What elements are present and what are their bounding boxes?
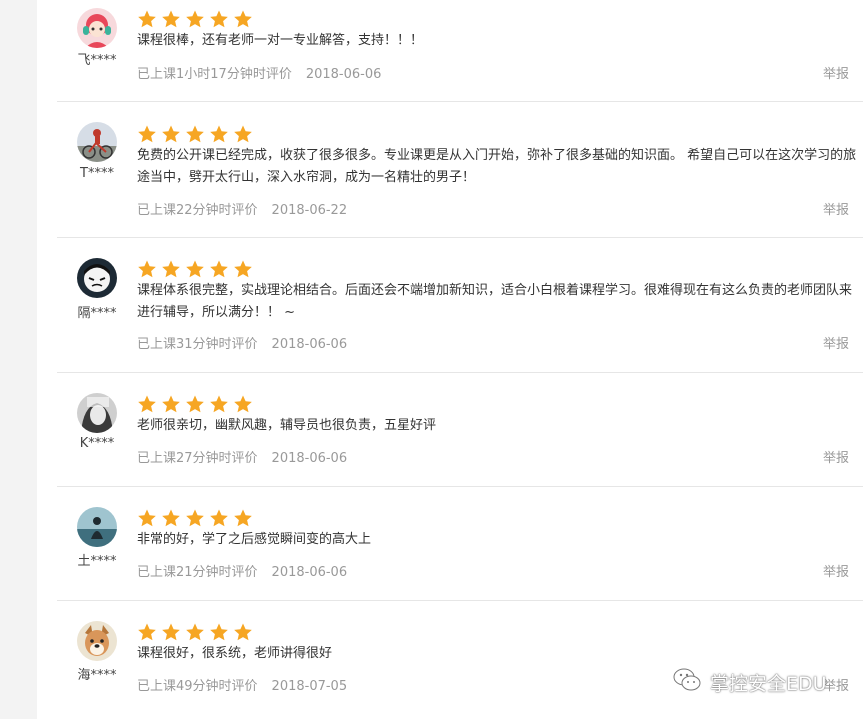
star-icon [209, 508, 229, 528]
star-rating [137, 508, 253, 528]
user-name: T**** [80, 166, 114, 181]
review-item: T**** 免费的公开课已经完成，收获了很多很多。专业课更是从入门开始，弥补了很… [57, 102, 863, 238]
star-icon [185, 394, 205, 414]
star-icon [137, 508, 157, 528]
study-duration: 已上课27分钟时评价 [137, 451, 258, 466]
review-item: K**** 老师很亲切，幽默风趣，辅导员也很负责，五星好评 已上课27分钟时评价… [57, 373, 863, 487]
review-date: 2018-06-06 [271, 565, 348, 580]
review-text: 免费的公开课已经完成，收获了很多很多。专业课更是从入门开始，弥补了很多基础的知识… [137, 148, 857, 185]
star-icon [161, 508, 181, 528]
user-avatar[interactable] [77, 258, 117, 298]
star-rating [137, 9, 253, 29]
user-avatar[interactable] [77, 507, 117, 547]
review-text: 老师很亲切，幽默风趣，辅导员也很负责，五星好评 [137, 418, 437, 433]
study-duration: 已上课1小时17分钟时评价 [137, 67, 292, 82]
star-rating [137, 124, 253, 144]
review-text: 课程体系很完整，实战理论相结合。后面还会不端增加新知识，适合小白根着课程学习。很… [137, 283, 853, 320]
review-date: 2018-06-22 [271, 203, 348, 218]
star-icon [233, 508, 253, 528]
report-link[interactable]: 举报 [823, 561, 849, 580]
star-icon [161, 259, 181, 279]
review-meta: 已上课27分钟时评价 2018-06-06 [137, 447, 347, 466]
star-icon [161, 622, 181, 642]
study-duration: 已上课21分钟时评价 [137, 565, 258, 580]
report-link[interactable]: 举报 [823, 63, 849, 82]
star-icon [209, 622, 229, 642]
star-icon [137, 394, 157, 414]
review-date: 2018-07-05 [271, 679, 348, 694]
review-meta: 已上课21分钟时评价 2018-06-06 [137, 561, 347, 580]
user-avatar[interactable] [77, 393, 117, 433]
star-icon [209, 394, 229, 414]
review-date: 2018-06-06 [305, 67, 382, 82]
wechat-icon [672, 667, 702, 698]
report-link[interactable]: 举报 [823, 447, 849, 466]
report-link[interactable]: 举报 [823, 199, 849, 218]
star-icon [161, 394, 181, 414]
star-icon [161, 9, 181, 29]
star-icon [185, 508, 205, 528]
user-avatar[interactable] [77, 8, 117, 48]
star-icon [209, 9, 229, 29]
star-icon [233, 9, 253, 29]
star-icon [185, 9, 205, 29]
user-name: 飞**** [77, 53, 117, 68]
star-icon [233, 622, 253, 642]
review-text: 非常的好，学了之后感觉瞬间变的高大上 [137, 532, 372, 547]
user-name: 隔**** [77, 306, 117, 321]
user-avatar[interactable] [77, 122, 117, 162]
user-name: 海**** [77, 668, 117, 683]
star-rating [137, 259, 253, 279]
review-meta: 已上课1小时17分钟时评价 2018-06-06 [137, 63, 381, 82]
star-icon [233, 124, 253, 144]
review-item: 土**** 非常的好，学了之后感觉瞬间变的高大上 已上课21分钟时评价 2018-… [57, 487, 863, 601]
watermark: 掌控安全EDU [672, 667, 827, 698]
left-gutter [0, 0, 37, 719]
star-icon [209, 259, 229, 279]
star-icon [233, 394, 253, 414]
review-text: 课程很棒，还有老师一对一专业解答，支持！！！ [137, 33, 424, 48]
review-meta: 已上课31分钟时评价 2018-06-06 [137, 333, 347, 352]
star-icon [185, 124, 205, 144]
user-name: 土**** [77, 554, 117, 569]
review-date: 2018-06-06 [271, 337, 348, 352]
user-name: K**** [79, 436, 115, 451]
study-duration: 已上课49分钟时评价 [137, 679, 258, 694]
star-icon [137, 124, 157, 144]
star-icon [233, 259, 253, 279]
star-icon [137, 9, 157, 29]
review-date: 2018-06-06 [271, 451, 348, 466]
review-item: 飞**** 课程很棒，还有老师一对一专业解答，支持！！！ 已上课1小时17分钟时… [57, 0, 863, 102]
star-icon [185, 622, 205, 642]
star-icon [185, 259, 205, 279]
star-icon [209, 124, 229, 144]
review-list: 飞**** 课程很棒，还有老师一对一专业解答，支持！！！ 已上课1小时17分钟时… [57, 0, 863, 719]
user-avatar[interactable] [77, 621, 117, 661]
review-meta: 已上课49分钟时评价 2018-07-05 [137, 675, 347, 694]
star-rating [137, 394, 253, 414]
star-icon [137, 622, 157, 642]
star-icon [137, 259, 157, 279]
study-duration: 已上课31分钟时评价 [137, 337, 258, 352]
study-duration: 已上课22分钟时评价 [137, 203, 258, 218]
watermark-text: 掌控安全EDU [710, 673, 827, 695]
star-icon [161, 124, 181, 144]
star-rating [137, 622, 253, 642]
review-item: 隔**** 课程体系很完整，实战理论相结合。后面还会不端增加新知识，适合小白根着… [57, 238, 863, 373]
report-link[interactable]: 举报 [823, 333, 849, 352]
review-text: 课程很好，很系统，老师讲得很好 [137, 646, 333, 661]
review-item: 海**** 课程很好，很系统，老师讲得很好 已上课49分钟时评价 2018-07-… [57, 601, 863, 719]
review-meta: 已上课22分钟时评价 2018-06-22 [137, 199, 347, 218]
